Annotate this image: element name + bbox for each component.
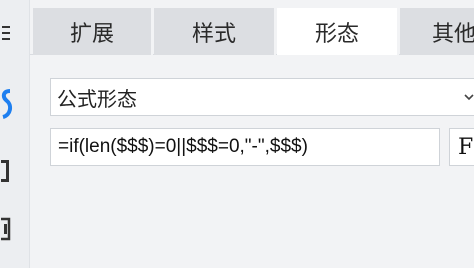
- tab-form[interactable]: 形态: [277, 8, 399, 56]
- formula-input[interactable]: =if(len($$$)=0||$$$=0,"-",$$$): [50, 128, 440, 166]
- menu-icon[interactable]: [0, 22, 14, 44]
- property-tabs: 扩展 样式 形态 其他: [30, 0, 474, 56]
- tab-label: 其他: [432, 21, 474, 47]
- chevron-down-icon[interactable]: [462, 80, 474, 114]
- bracket-icon[interactable]: [0, 156, 14, 186]
- tab-style[interactable]: 样式: [154, 8, 276, 55]
- box-icon[interactable]: [0, 214, 14, 244]
- sidebar: [0, 0, 30, 268]
- tab-extend[interactable]: 扩展: [33, 8, 153, 55]
- tab-label: 样式: [191, 21, 236, 47]
- tab-label: 扩展: [69, 21, 114, 47]
- form-mode-value: 公式形态: [57, 86, 137, 111]
- formula-value: =if(len($$$)=0||$$$=0,"-",$$$): [58, 136, 308, 157]
- form-mode-select[interactable]: 公式形态: [50, 78, 474, 116]
- formula-editor-button[interactable]: F: [449, 128, 474, 166]
- style-icon[interactable]: [0, 84, 14, 124]
- tab-other[interactable]: 其他: [400, 8, 474, 55]
- tab-label: 形态: [314, 22, 359, 47]
- formula-button-label: F: [458, 134, 474, 160]
